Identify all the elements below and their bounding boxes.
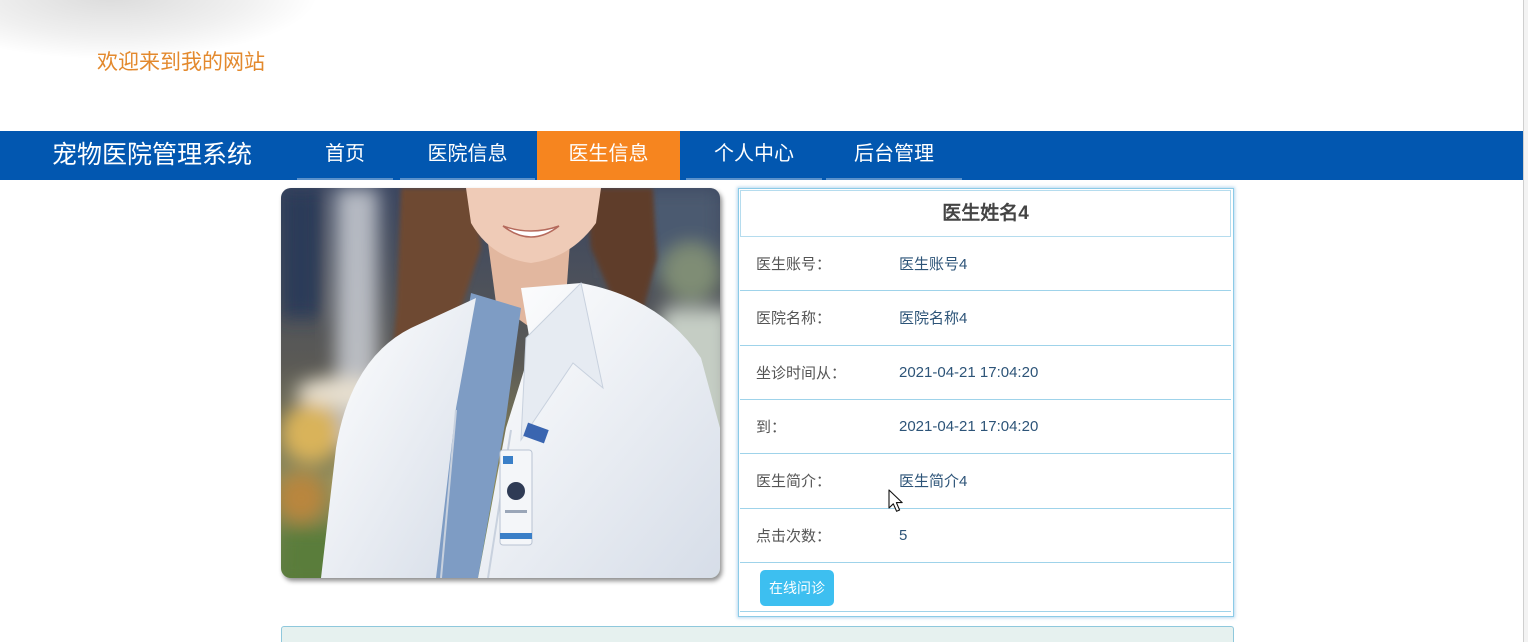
field-label: 医生简介： bbox=[756, 473, 832, 491]
info-row-doctor-account: 医生账号： 医生账号4 bbox=[740, 237, 1231, 292]
field-label: 点击次数： bbox=[756, 527, 832, 545]
field-value: 医生简介4 bbox=[899, 473, 968, 491]
site-brand: 宠物医院管理系统 bbox=[52, 141, 253, 169]
info-row-hospital-name: 医院名称： 医院名称4 bbox=[740, 291, 1231, 346]
info-row-doctor-intro: 医生简介： 医生简介4 bbox=[740, 454, 1231, 509]
online-consult-button[interactable]: 在线问诊 bbox=[760, 569, 834, 606]
doctor-photo-image bbox=[281, 188, 720, 578]
lower-content-box bbox=[281, 626, 1234, 642]
field-value: 2021-04-21 17:04:20 bbox=[899, 418, 1039, 436]
doctor-photo bbox=[281, 188, 720, 578]
top-navbar: 宠物医院管理系统 首页 医院信息 医生信息 个人中心 后台管理 bbox=[0, 131, 1523, 180]
nav-item-hospital-info[interactable]: 医院信息 bbox=[400, 131, 535, 180]
field-label: 医生账号： bbox=[756, 256, 832, 274]
field-value: 医院名称4 bbox=[899, 310, 968, 328]
welcome-text: 欢迎来到我的网站 bbox=[97, 51, 265, 74]
nav-item-doctor-info[interactable]: 医生信息 bbox=[537, 131, 680, 180]
mouse-pointer-icon bbox=[888, 489, 903, 512]
field-label: 坐诊时间从： bbox=[756, 364, 847, 382]
nav-item-home[interactable]: 首页 bbox=[297, 131, 393, 180]
field-value: 2021-04-21 17:04:20 bbox=[899, 363, 1039, 381]
window-edge bbox=[1523, 0, 1528, 642]
nav-item-personal-center[interactable]: 个人中心 bbox=[686, 131, 822, 180]
field-value: 医生账号4 bbox=[899, 256, 968, 274]
field-label: 到： bbox=[756, 419, 787, 437]
nav-item-admin[interactable]: 后台管理 bbox=[826, 131, 962, 180]
field-label: 医院名称： bbox=[756, 310, 832, 328]
action-row: 在线问诊 bbox=[740, 563, 1231, 612]
doctor-info-panel: 医生姓名4 医生账号： 医生账号4 医院名称： 医院名称4 坐诊时间从： 202… bbox=[738, 188, 1234, 617]
nav-menu: 首页 医院信息 医生信息 个人中心 后台管理 bbox=[297, 131, 962, 180]
info-row-schedule-from: 坐诊时间从： 2021-04-21 17:04:20 bbox=[740, 346, 1231, 400]
info-row-click-count: 点击次数： 5 bbox=[740, 509, 1231, 563]
doctor-name-heading: 医生姓名4 bbox=[740, 190, 1231, 237]
info-row-schedule-to: 到： 2021-04-21 17:04:20 bbox=[740, 400, 1231, 455]
field-value: 5 bbox=[899, 526, 908, 544]
